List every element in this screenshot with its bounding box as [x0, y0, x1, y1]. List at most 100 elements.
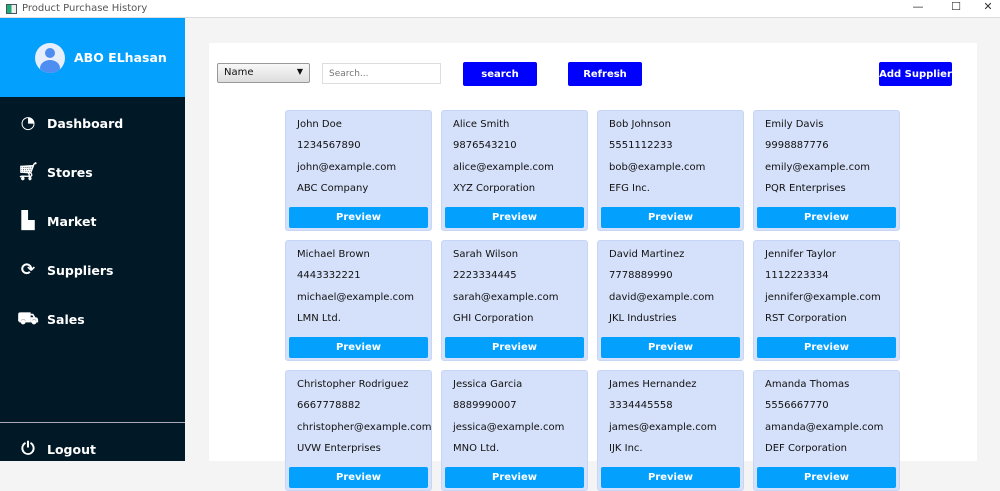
supplier-email: james@example.com: [609, 422, 717, 433]
preview-button[interactable]: Preview: [601, 207, 740, 228]
supplier-phone: 9998887776: [765, 140, 829, 151]
supplier-email: christopher@example.com: [297, 422, 432, 433]
preview-button[interactable]: Preview: [757, 207, 896, 228]
sales-icon: ⛟: [17, 309, 39, 329]
preview-button[interactable]: Preview: [445, 337, 584, 358]
preview-button[interactable]: Preview: [601, 467, 740, 488]
supplier-company: XYZ Corporation: [453, 183, 536, 194]
avatar: [35, 42, 65, 73]
minimize-button[interactable]: —: [900, 0, 936, 18]
profile-header: ABO ELhasan: [0, 18, 185, 97]
supplier-card: Bob Johnson 5551112233 bob@example.com EFG …: [597, 110, 744, 231]
sidebar-item-label: Suppliers: [47, 262, 114, 278]
supplier-card: Jennifer Taylor 1112223334 jennifer@exampl…: [753, 240, 900, 361]
supplier-phone: 2223334445: [453, 270, 517, 281]
sidebar-item-label: Sales: [47, 311, 85, 327]
supplier-card: David Martinez 7778889990 david@example.co…: [597, 240, 744, 361]
supplier-phone: 5556667770: [765, 400, 829, 411]
username: ABO ELhasan: [74, 50, 167, 65]
dashboard-icon: ◔: [20, 113, 36, 133]
supplier-company: UVW Enterprises: [297, 443, 381, 454]
search-input[interactable]: [322, 63, 441, 84]
supplier-company: MNO Ltd.: [453, 443, 500, 454]
supplier-email: david@example.com: [609, 292, 715, 303]
supplier-card: Christopher Rodriguez 6667778882 christoph…: [285, 370, 432, 491]
supplier-phone: 9876543210: [453, 140, 517, 151]
suppliers-icon: ⟳: [20, 260, 36, 280]
supplier-email: jessica@example.com: [453, 422, 565, 433]
supplier-company: RST Corporation: [765, 313, 847, 324]
sidebar-divider: [0, 422, 185, 423]
preview-button[interactable]: Preview: [601, 337, 740, 358]
supplier-card: James Hernandez 3334445558 james@example.c…: [597, 370, 744, 491]
supplier-name: Bob Johnson: [609, 119, 671, 130]
search-button[interactable]: search: [463, 62, 537, 86]
logout-label: Logout: [47, 441, 96, 457]
supplier-card: John Doe 1234567890 john@example.com ABC Co…: [285, 110, 432, 231]
supplier-name: John Doe: [297, 119, 342, 130]
preview-button[interactable]: Preview: [445, 467, 584, 488]
preview-button[interactable]: Preview: [289, 207, 428, 228]
supplier-company: ABC Company: [297, 183, 369, 194]
supplier-card: Alice Smith 9876543210 alice@example.com XY…: [441, 110, 588, 231]
supplier-phone: 1234567890: [297, 140, 361, 151]
supplier-company: PQR Enterprises: [765, 183, 846, 194]
sidebar: ABO ELhasan ◔ Dashboard 🛒︎ Stores ▙ Market …: [0, 18, 185, 461]
sidebar-item-sales[interactable]: ⛟ Sales: [17, 309, 85, 329]
chevron-down-icon: ▼: [296, 67, 303, 76]
preview-button[interactable]: Preview: [757, 467, 896, 488]
sidebar-item-market[interactable]: ▙ Market: [17, 211, 96, 231]
supplier-name: Michael Brown: [297, 249, 370, 260]
supplier-name: Christopher Rodriguez: [297, 379, 409, 390]
window-title: Product Purchase History: [22, 3, 148, 14]
supplier-phone: 6667778882: [297, 400, 361, 411]
refresh-button[interactable]: Refresh: [568, 62, 642, 86]
supplier-email: alice@example.com: [453, 162, 554, 173]
supplier-email: bob@example.com: [609, 162, 706, 173]
title-bar: Product Purchase History — ☐ ✕: [0, 0, 1000, 18]
supplier-company: GHI Corporation: [453, 313, 534, 324]
supplier-name: Emily Davis: [765, 119, 824, 130]
maximize-button[interactable]: ☐: [938, 0, 974, 18]
sidebar-item-suppliers[interactable]: ⟳ Suppliers: [17, 260, 114, 280]
supplier-card: Amanda Thomas 5556667770 amanda@example.co…: [753, 370, 900, 491]
filter-value: Name: [224, 67, 254, 78]
supplier-name: Alice Smith: [453, 119, 510, 130]
supplier-email: john@example.com: [297, 162, 397, 173]
supplier-email: jennifer@example.com: [765, 292, 881, 303]
supplier-company: IJK Inc.: [609, 443, 643, 454]
sidebar-item-label: Stores: [47, 164, 93, 180]
preview-button[interactable]: Preview: [289, 467, 428, 488]
supplier-email: emily@example.com: [765, 162, 870, 173]
close-button[interactable]: ✕: [976, 0, 1000, 18]
supplier-card: Emily Davis 9998887776 emily@example.com PQ…: [753, 110, 900, 231]
supplier-company: LMN Ltd.: [297, 313, 341, 324]
preview-button[interactable]: Preview: [445, 207, 584, 228]
filter-select[interactable]: Name ▼: [217, 63, 310, 83]
supplier-name: Amanda Thomas: [765, 379, 850, 390]
sidebar-item-stores[interactable]: 🛒︎ Stores: [17, 162, 93, 182]
supplier-email: amanda@example.com: [765, 422, 884, 433]
supplier-email: sarah@example.com: [453, 292, 559, 303]
supplier-phone: 1112223334: [765, 270, 829, 281]
supplier-name: Sarah Wilson: [453, 249, 519, 260]
preview-button[interactable]: Preview: [289, 337, 428, 358]
supplier-email: michael@example.com: [297, 292, 414, 303]
sidebar-item-dashboard[interactable]: ◔ Dashboard: [17, 113, 124, 133]
supplier-phone: 4443332221: [297, 270, 361, 281]
main-panel: Name ▼ search Refresh Add Supplier John D…: [209, 43, 977, 491]
supplier-name: David Martinez: [609, 249, 685, 260]
sidebar-item-label: Dashboard: [47, 115, 124, 131]
supplier-card: Jessica Garcia 8889990007 jessica@example.…: [441, 370, 588, 491]
preview-button[interactable]: Preview: [757, 337, 896, 358]
app-icon: [6, 3, 17, 14]
sidebar-item-label: Market: [47, 213, 97, 229]
supplier-name: Jennifer Taylor: [765, 249, 837, 260]
add-supplier-button[interactable]: Add Supplier: [879, 62, 952, 86]
supplier-name: Jessica Garcia: [453, 379, 523, 390]
logout-button[interactable]: ⏻ Logout: [17, 439, 96, 459]
supplier-phone: 3334445558: [609, 400, 673, 411]
supplier-phone: 5551112233: [609, 140, 673, 151]
supplier-phone: 7778889990: [609, 270, 673, 281]
supplier-phone: 8889990007: [453, 400, 517, 411]
